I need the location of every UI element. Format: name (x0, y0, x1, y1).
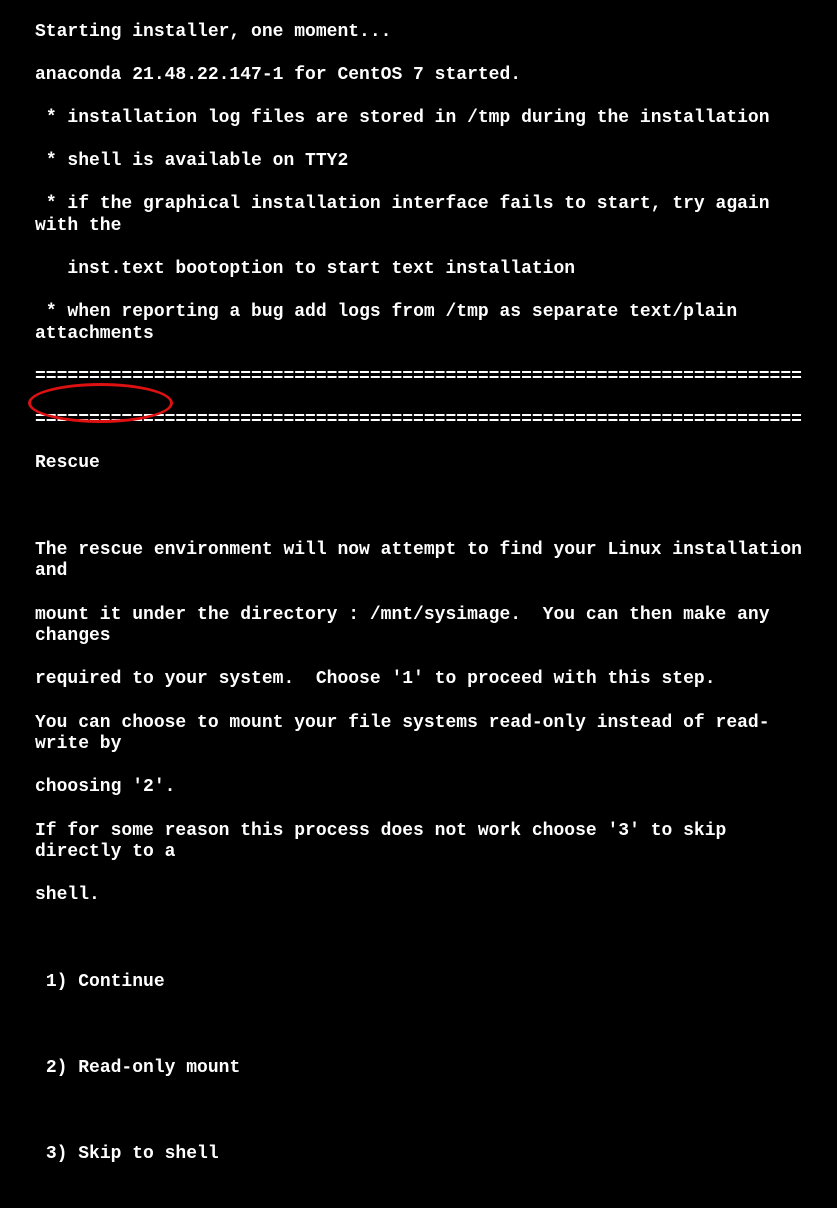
terminal-output: Starting installer, one moment... anacon… (0, 0, 837, 1208)
desc-line-4: You can choose to mount your file system… (35, 713, 802, 756)
option-readonly[interactable]: 2) Read-only mount (35, 1058, 802, 1080)
boot-line-1: Starting installer, one moment... (35, 22, 802, 44)
desc-line-3: required to your system. Choose '1' to p… (35, 669, 802, 691)
desc-line-6: If for some reason this process does not… (35, 821, 802, 864)
boot-line-5: * if the graphical installation interfac… (35, 194, 802, 237)
boot-line-3: * installation log files are stored in /… (35, 108, 802, 130)
blank-3 (35, 1015, 802, 1037)
option-skip-shell[interactable]: 3) Skip to shell (35, 1144, 802, 1166)
boot-line-4: * shell is available on TTY2 (35, 151, 802, 173)
desc-line-5: choosing '2'. (35, 777, 802, 799)
desc-line-7: shell. (35, 885, 802, 907)
boot-line-6: inst.text bootoption to start text insta… (35, 259, 802, 281)
desc-line-1: The rescue environment will now attempt … (35, 540, 802, 583)
blank-1 (35, 497, 802, 519)
blank-5 (35, 1188, 802, 1208)
rescue-title: Rescue (35, 453, 802, 475)
separator-1: ========================================… (35, 367, 802, 389)
separator-2: ========================================… (35, 410, 802, 432)
boot-line-7: * when reporting a bug add logs from /tm… (35, 302, 802, 345)
blank-4 (35, 1101, 802, 1123)
blank-2 (35, 929, 802, 951)
boot-line-2: anaconda 21.48.22.147-1 for CentOS 7 sta… (35, 65, 802, 87)
desc-line-2: mount it under the directory : /mnt/sysi… (35, 605, 802, 648)
option-continue[interactable]: 1) Continue (35, 972, 802, 994)
